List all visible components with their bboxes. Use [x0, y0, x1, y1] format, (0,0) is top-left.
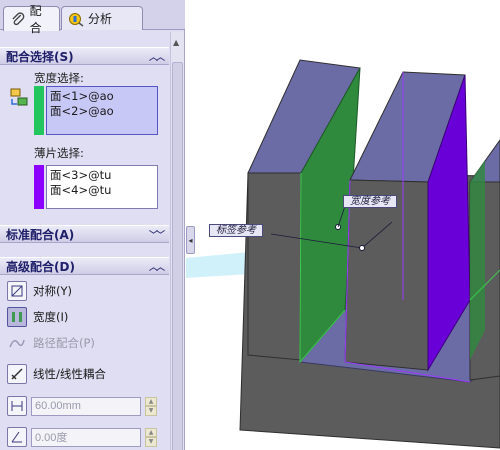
expand-chevron-icon[interactable]: ﹀﹀ — [149, 228, 165, 241]
angle-input[interactable] — [31, 427, 141, 447]
callout-anchor — [359, 245, 365, 251]
panel-collapse-handle[interactable]: ◂ — [186, 226, 195, 254]
path-mate-icon — [7, 337, 27, 349]
list-item[interactable]: 面<4>@tu — [50, 183, 154, 198]
advanced-mates-title: 高级配合(D) — [6, 259, 75, 274]
middle-prong-front[interactable] — [344, 179, 429, 371]
tab-selection-list[interactable]: 面<3>@tu 面<4>@tu — [46, 165, 158, 209]
symmetric-icon[interactable] — [7, 281, 27, 301]
width-option[interactable]: 宽度(I) — [7, 306, 68, 328]
panel-tabs: 配合 分析 — [0, 0, 185, 35]
width-selection-color-bar — [34, 86, 44, 135]
tab-mate-label: 配合 — [29, 4, 42, 35]
width-reference-callout[interactable]: 宽度参考 — [343, 195, 397, 208]
width-selection-list[interactable]: 面<1>@ao 面<2>@ao — [46, 86, 158, 135]
panel-scrollbar[interactable]: ▲ — [170, 32, 184, 450]
width-icon[interactable] — [7, 307, 27, 327]
mate-selections-title: 配合选择(S) — [6, 49, 74, 64]
advanced-mates-header[interactable]: 高级配合(D) ︿︿ — [0, 257, 169, 275]
scrollbar-thumb[interactable] — [172, 62, 183, 450]
symmetric-label: 对称(Y) — [33, 284, 72, 298]
property-manager-panel: 配合 分析 配合选择(S) ︿︿ 宽度选择: 面<1>@ao 面<2>@ao 薄… — [0, 0, 185, 450]
path-mate-label: 路径配合(P) — [33, 336, 95, 350]
scroll-up-icon[interactable]: ▲ — [173, 38, 179, 47]
preview-highlight — [186, 252, 250, 278]
tab-mate[interactable]: 配合 — [3, 4, 60, 35]
list-item[interactable]: 面<1>@ao — [50, 89, 154, 104]
angle-row: ▲▼ — [7, 426, 157, 448]
mate-entities-icon — [10, 88, 28, 106]
linear-coupler-label: 线性/线性耦合 — [33, 367, 106, 381]
tab-analysis-label: 分析 — [88, 12, 113, 26]
standard-mates-header[interactable]: 标准配合(A) ﹀﹀ — [0, 225, 169, 243]
mate-selections-header[interactable]: 配合选择(S) ︿︿ — [0, 47, 169, 65]
path-mate-option[interactable]: 路径配合(P) — [7, 332, 95, 354]
linear-coupler-icon[interactable] — [7, 364, 27, 384]
tab-selection-color-bar — [34, 165, 44, 209]
symmetric-option[interactable]: 对称(Y) — [7, 280, 72, 302]
collapse-chevron-icon[interactable]: ︿︿ — [149, 50, 165, 63]
collapse-chevron-icon[interactable]: ︿︿ — [149, 260, 165, 273]
analysis-icon — [69, 12, 84, 27]
width-label: 宽度(I) — [33, 310, 69, 324]
distance-input[interactable] — [31, 396, 141, 416]
distance-icon — [7, 396, 27, 416]
tab-reference-callout[interactable]: 标签参考 — [209, 224, 263, 237]
angle-icon — [7, 427, 27, 447]
distance-row: ▲▼ — [7, 395, 157, 417]
linear-coupler-option[interactable]: 线性/线性耦合 — [7, 363, 106, 385]
paperclip-icon — [12, 12, 25, 26]
width-selection-label: 宽度选择: — [34, 71, 84, 85]
right-prong-side-face[interactable] — [470, 160, 485, 360]
list-item[interactable]: 面<2>@ao — [50, 104, 154, 119]
tab-analysis[interactable]: 分析 — [61, 6, 143, 30]
angle-spinner[interactable]: ▲ ▼ — [145, 427, 157, 447]
list-item[interactable]: 面<3>@tu — [50, 168, 154, 183]
standard-mates-title: 标准配合(A) — [6, 227, 75, 242]
tab-selection-label: 薄片选择: — [34, 146, 84, 160]
distance-spinner[interactable]: ▲ ▼ — [145, 396, 157, 416]
left-prong-front[interactable] — [247, 172, 302, 361]
